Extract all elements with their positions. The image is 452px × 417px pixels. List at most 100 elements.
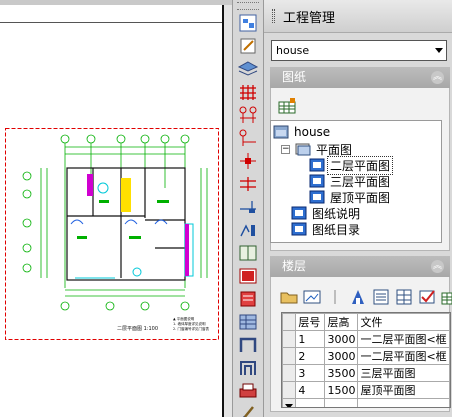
file-cell[interactable]: 三层平面图	[357, 364, 450, 382]
room-tool-icon[interactable]	[237, 243, 259, 263]
sheet-icon	[309, 190, 325, 204]
svg-text:1. 墙体厚度详见说明: 1. 墙体厚度详见说明	[173, 321, 206, 326]
tree-node-roof[interactable]: 屋顶平面图	[309, 189, 392, 205]
magenta-wall	[87, 174, 93, 196]
layers-tool-icon[interactable]	[237, 59, 259, 79]
edit-sheet-tool-icon[interactable]	[237, 36, 259, 56]
folder-icon	[295, 143, 311, 156]
project-select[interactable]: house	[271, 40, 447, 61]
empty-cell[interactable]	[324, 398, 359, 407]
row-header-cell	[282, 313, 297, 331]
collapse-icon[interactable]: ︽	[431, 71, 444, 84]
window-tool-icon[interactable]	[237, 220, 259, 240]
brush-tool-icon[interactable]	[237, 404, 259, 417]
drawings-section-header[interactable]: 图纸 ︽	[270, 67, 450, 88]
image-icon[interactable]	[302, 288, 322, 306]
empty-cell[interactable]	[357, 398, 450, 407]
file-cell[interactable]: 屋顶平面图	[357, 381, 450, 399]
table-header-row: 层号 层高 文件	[282, 313, 450, 331]
file-cell[interactable]: 一二层平面图<框	[357, 330, 450, 348]
magenta-window	[185, 224, 189, 276]
sheet-icon	[309, 174, 325, 188]
frame-tool-icon[interactable]	[237, 335, 259, 355]
sheet-icon	[309, 158, 325, 172]
new-row-arrow-icon[interactable]	[282, 398, 297, 407]
building-icon[interactable]	[348, 288, 368, 306]
table-row-new[interactable]	[282, 398, 450, 407]
palette-grip[interactable]	[237, 2, 259, 10]
row-selector[interactable]	[282, 381, 297, 399]
project-manager-tool-icon[interactable]	[237, 13, 259, 33]
column-header-height[interactable]: 层高	[324, 313, 359, 331]
grid-tool-icon[interactable]	[237, 82, 259, 102]
wall-tool-icon[interactable]	[237, 174, 259, 194]
row-selector[interactable]	[282, 330, 297, 348]
door-tool-icon[interactable]	[237, 197, 259, 217]
blue-doors	[70, 219, 168, 225]
floors-section-header[interactable]: 楼层 ︽	[270, 256, 450, 277]
point-tool-icon[interactable]	[237, 151, 259, 171]
elevation-tool-icon[interactable]	[237, 358, 259, 378]
floor-no-cell[interactable]: 2	[295, 347, 326, 365]
panel-title-bar[interactable]: 工程管理	[264, 0, 452, 33]
axis-tool-icon[interactable]	[237, 105, 259, 125]
tree-node-index[interactable]: 图纸目录	[291, 221, 362, 237]
table-tool-icon[interactable]	[237, 312, 259, 332]
floors-table: 层号 层高 文件 1 3000 一二层平面图<框 2 3000 一二层平面图<框…	[281, 312, 451, 408]
tree-node-floor-3[interactable]: 三层平面图	[309, 173, 392, 189]
floor-no-cell[interactable]: 1	[295, 330, 326, 348]
slab-tool-icon[interactable]	[237, 289, 259, 309]
row-selector[interactable]	[282, 347, 297, 365]
tool-palette	[232, 0, 264, 417]
add-floor-icon[interactable]	[440, 288, 452, 306]
add-drawing-icon[interactable]	[278, 98, 296, 117]
column-tool-icon[interactable]	[237, 128, 259, 148]
column-header-floor-no[interactable]: 层号	[295, 313, 326, 331]
open-folder-icon[interactable]	[279, 288, 299, 306]
drawing-caption: 二层平面图 1:100	[117, 326, 158, 332]
file-cell[interactable]: 一二层平面图<框	[357, 347, 450, 365]
tree-node-floorplans[interactable]: 平面图	[295, 141, 354, 157]
height-cell[interactable]: 3000	[324, 330, 359, 348]
floor-plan-drawing: 二层平面图 1:100 ▲ 平面图说明 1. 墙体厚度详见说明 2. 门窗编号详…	[5, 128, 219, 340]
collapse-icon[interactable]: ︽	[431, 260, 444, 273]
table-row[interactable]: 1 3000 一二层平面图<框	[282, 330, 450, 348]
panel-grip[interactable]	[272, 9, 275, 23]
app-window: 二层平面图 1:100 ▲ 平面图说明 1. 墙体厚度详见说明 2. 门窗编号详…	[0, 0, 452, 417]
column-header-file[interactable]: 文件	[357, 313, 450, 331]
tree-node-floor-2[interactable]: 二层平面图	[309, 155, 394, 175]
stair	[121, 178, 131, 212]
table-row[interactable]: 3 3500 三层平面图	[282, 364, 450, 382]
table-row[interactable]: 4 1500 屋顶平面图	[282, 381, 450, 399]
check-icon[interactable]	[417, 288, 437, 306]
height-cell[interactable]: 3000	[324, 347, 359, 365]
separator-icon	[334, 290, 336, 304]
print-tool-icon[interactable]	[237, 381, 259, 401]
height-cell[interactable]: 3500	[324, 364, 359, 382]
drawing-canvas[interactable]: 二层平面图 1:100 ▲ 平面图说明 1. 墙体厚度详见说明 2. 门窗编号详…	[0, 0, 232, 417]
drawing-notes: ▲ 平面图说明 1. 墙体厚度详见说明 2. 门窗编号详见门窗表	[173, 316, 209, 331]
tree-node-notes[interactable]: 图纸说明	[291, 205, 362, 221]
top-dimension-lines	[22, 134, 208, 311]
height-cell[interactable]: 1500	[324, 381, 359, 399]
collapse-toggle-icon[interactable]: −	[281, 145, 290, 154]
sheet-icon	[291, 206, 307, 220]
empty-cell[interactable]	[295, 398, 326, 407]
stair-tool-icon[interactable]	[237, 266, 259, 286]
floor-list-icon[interactable]	[371, 288, 391, 306]
canvas-scroll-strip[interactable]	[224, 5, 232, 417]
table-row[interactable]: 2 3000 一二层平面图<框	[282, 347, 450, 365]
drawings-tree: house − 平面图 二层平面图 三层平面图 屋顶平面图 图纸说明 图纸目录	[270, 120, 442, 243]
chevron-down-icon[interactable]	[435, 48, 443, 53]
drawings-section-title: 图纸	[282, 70, 307, 84]
svg-text:▲ 平面图说明: ▲ 平面图说明	[173, 316, 195, 321]
tree-node-root[interactable]: house	[273, 124, 332, 140]
canvas-top-band	[0, 0, 232, 5]
floors-section-title: 楼层	[282, 259, 307, 273]
project-select-value: house	[276, 44, 310, 57]
floors-section: 层号 层高 文件 1 3000 一二层平面图<框 2 3000 一二层平面图<框…	[270, 277, 452, 412]
floor-no-cell[interactable]: 3	[295, 364, 326, 382]
floor-no-cell[interactable]: 4	[295, 381, 326, 399]
floor-grid-icon[interactable]	[394, 288, 414, 306]
row-selector[interactable]	[282, 364, 297, 382]
